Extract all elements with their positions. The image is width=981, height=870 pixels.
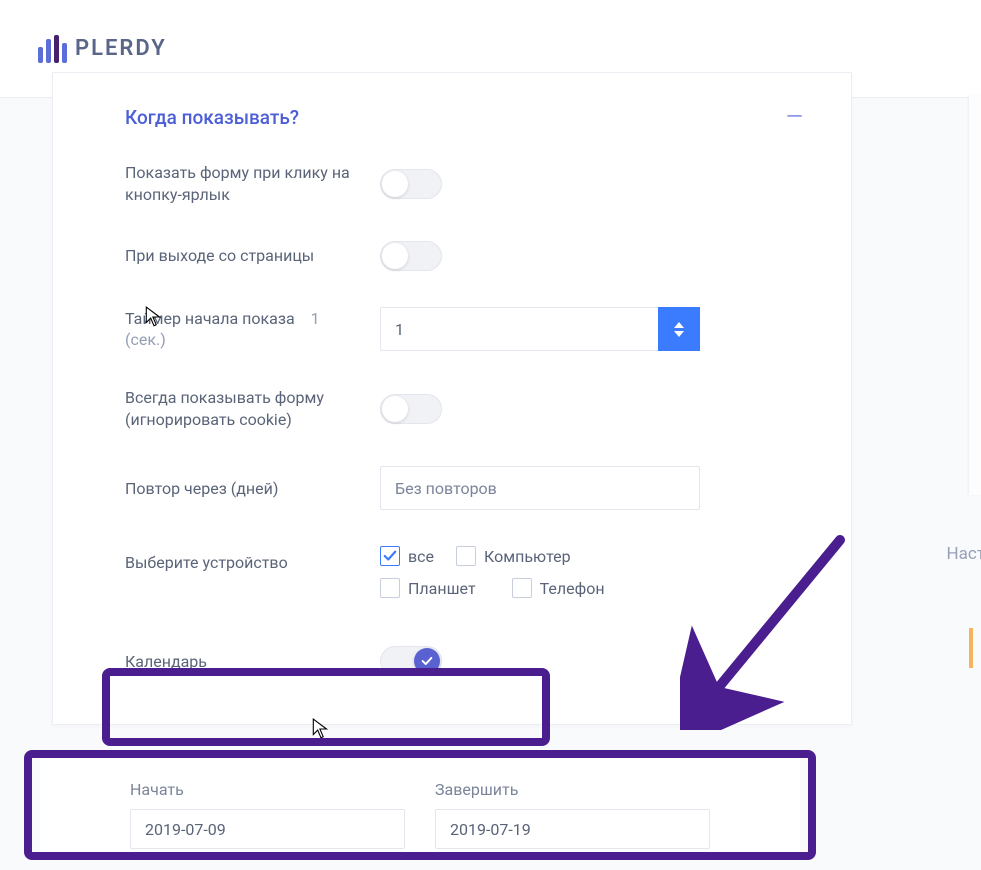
date-range: Начать 2019-07-09 Завершить 2019-07-19	[40, 760, 800, 849]
toggle-always-show[interactable]	[380, 394, 442, 424]
label-on-exit: При выходе со страницы	[125, 245, 360, 267]
section-header[interactable]: Когда показывать? —	[53, 73, 851, 144]
checkbox-computer-label: Компьютер	[484, 547, 571, 566]
date-start-col: Начать 2019-07-09	[130, 780, 405, 849]
label-always-show: Всегда показывать форму (игнорировать co…	[125, 387, 360, 430]
date-end-col: Завершить 2019-07-19	[435, 780, 710, 849]
checkbox-tablet-label: Планшет	[408, 579, 476, 598]
toggle-show-on-click[interactable]	[380, 169, 442, 199]
label-timer: Таймер начала показа 1 (сек.)	[125, 308, 360, 351]
label-show-on-click: Показать форму при клику на кнопку-ярлык	[125, 162, 360, 205]
row-always-show: Всегда показывать форму (игнорировать co…	[53, 369, 851, 448]
logo-bars-icon	[38, 35, 67, 63]
date-end-value: 2019-07-19	[450, 820, 531, 839]
checkbox-computer[interactable]: Компьютер	[456, 546, 571, 566]
label-repeat: Повтор через (дней)	[125, 478, 360, 500]
collapse-button[interactable]: —	[778, 101, 811, 134]
label-devices: Выберите устройство	[125, 546, 360, 574]
brand-name: PLERDY	[75, 36, 167, 61]
checkbox-tablet[interactable]: Планшет	[380, 578, 476, 598]
row-calendar: Календарь	[53, 616, 851, 694]
row-show-on-click: Показать форму при клику на кнопку-ярлык	[53, 144, 851, 223]
label-calendar: Календарь	[125, 651, 360, 673]
timer-input[interactable]	[380, 307, 700, 351]
chevron-down-icon	[674, 331, 684, 337]
timer-input-wrap	[380, 307, 700, 351]
repeat-select[interactable]: Без повторов	[380, 466, 700, 510]
check-icon	[420, 654, 434, 668]
row-repeat: Повтор через (дней) Без повторов	[53, 448, 851, 528]
row-devices: Выберите устройство все Компьютер Планше…	[53, 528, 851, 616]
side-truncated-label: Наст	[947, 544, 981, 564]
date-end-input[interactable]: 2019-07-19	[435, 809, 710, 849]
row-timer: Таймер начала показа 1 (сек.)	[53, 289, 851, 369]
checkbox-phone-label: Телефон	[540, 579, 605, 598]
device-options: все Компьютер Планшет Телефон	[380, 546, 605, 598]
side-orange-marker	[969, 628, 981, 668]
check-icon	[383, 549, 397, 563]
date-start-input[interactable]: 2019-07-09	[130, 809, 405, 849]
section-title: Когда показывать?	[125, 106, 299, 129]
brand-logo[interactable]: PLERDY	[38, 35, 167, 63]
chevron-up-icon	[674, 322, 684, 328]
date-end-label: Завершить	[435, 780, 710, 799]
row-on-exit: При выходе со страницы	[53, 223, 851, 289]
checkbox-all-label: все	[408, 547, 434, 566]
checkbox-all[interactable]: все	[380, 546, 434, 566]
date-start-value: 2019-07-09	[145, 820, 226, 839]
side-scroll-shadow	[969, 95, 981, 495]
toggle-calendar[interactable]	[380, 646, 442, 676]
checkbox-phone[interactable]: Телефон	[512, 578, 605, 598]
toggle-on-exit[interactable]	[380, 241, 442, 271]
repeat-value: Без повторов	[395, 479, 497, 498]
settings-panel: Когда показывать? — Показать форму при к…	[52, 72, 852, 725]
timer-spinner[interactable]	[658, 307, 700, 351]
label-timer-text: Таймер начала показа	[125, 309, 295, 328]
date-start-label: Начать	[130, 780, 405, 799]
